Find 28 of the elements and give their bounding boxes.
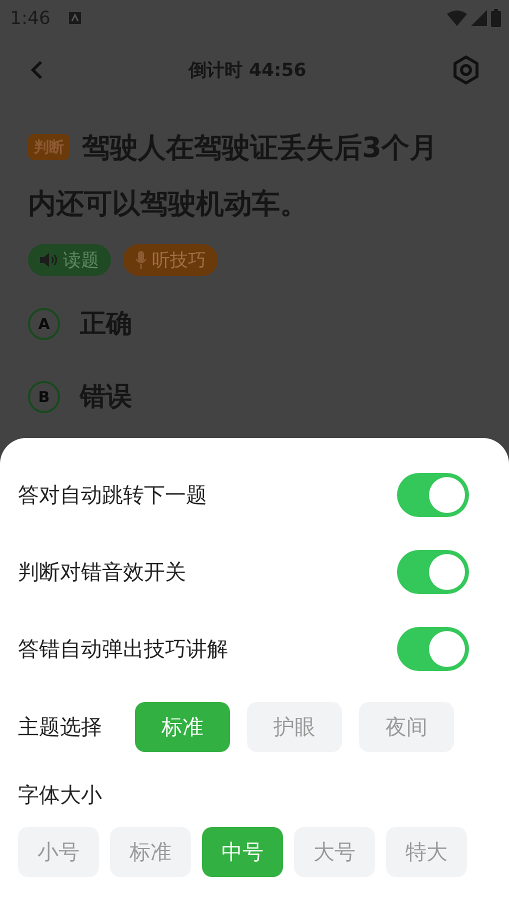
font-size-option[interactable]: 大号 [294,827,375,877]
back-icon[interactable] [30,60,44,80]
settings-icon[interactable] [451,55,481,85]
setting-label: 字体大小 [18,782,103,809]
setting-label: 答对自动跳转下一题 [18,482,207,508]
toggle-switch[interactable] [397,550,469,594]
signal-icon [471,10,487,26]
font-size-option[interactable]: 中号 [202,827,283,877]
theme-option[interactable]: 护眼 [247,702,342,752]
wifi-icon [447,10,467,26]
toggle-switch[interactable] [397,626,469,670]
option-letter[interactable]: A [28,308,60,340]
setting-label: 答错自动弹出技巧讲解 [18,636,228,662]
listen-tips-button[interactable]: 听技巧 [123,244,218,276]
setting-label: 主题选择 [18,714,102,741]
theme-option[interactable]: 标准 [135,702,230,752]
theme-option[interactable]: 夜间 [359,702,454,752]
battery-icon [491,9,501,27]
font-size-option[interactable]: 标准 [110,827,191,877]
microphone-icon [135,251,147,269]
speaker-icon [40,253,58,267]
read-question-button[interactable]: 读题 [28,244,111,276]
setting-label: 判断对错音效开关 [18,558,186,586]
option-letter[interactable]: B [28,380,60,412]
keyboard-icon [68,11,82,25]
font-size-option[interactable]: 小号 [18,827,99,877]
toggle-switch[interactable] [397,472,469,516]
font-size-option[interactable]: 特大 [386,827,467,877]
